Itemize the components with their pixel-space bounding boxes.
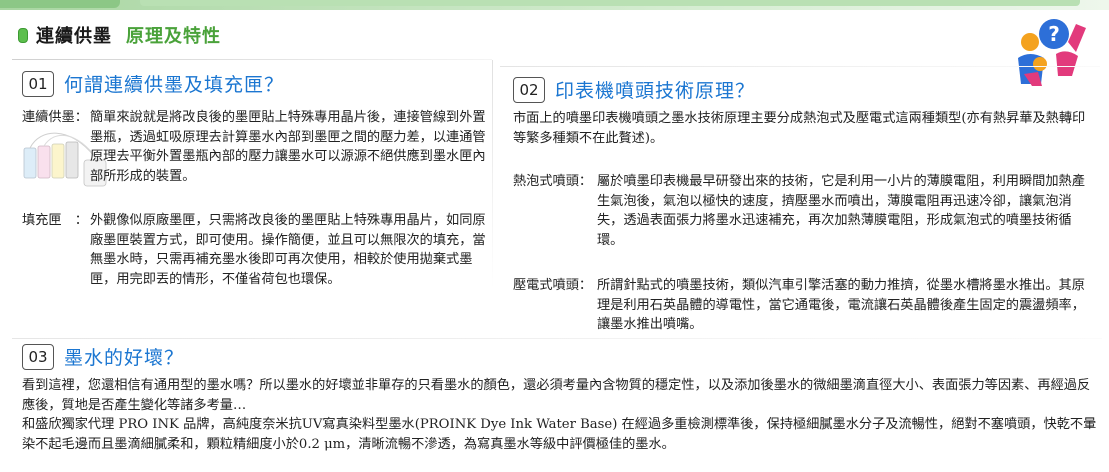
top-decor-strip [140,0,1080,6]
section-number: 03 [22,343,54,370]
svg-text:?: ? [1048,22,1060,46]
divider-top-left [12,59,492,60]
page-header: 連續供墨 原理及特性 [18,22,221,48]
s3-paragraph-2: 和盛欣獨家代理 PRO INK 品牌，高純度奈米抗UV寫真染料型墨水(PROIN… [22,417,1097,452]
divider-vertical [492,60,493,290]
item-text: 簡單來說就是將改良後的墨匣貼上特殊專用晶片後，連接管線到外置墨瓶，透過虹吸原理去… [90,110,486,184]
divider-bottom [12,338,1102,339]
section-number: 01 [22,70,54,97]
item-text: 所謂針點式的噴墨技術，類似汽車引擎活塞的動力推擠，從墨水槽將墨水推出。其原理是利… [597,278,1085,332]
question-mascot-icon: ? [1018,19,1086,86]
section-3-heading: 03 墨水的好壞？ [22,343,184,370]
section-2-heading: 02 印表機噴頭技術原理？ [513,76,755,103]
s3-body: 看到這裡，您還相信有通用型的墨水嗎？所以墨水的好壞並非單存的只看墨水的顏色，還必… [22,376,1102,454]
section-title: 何謂連續供墨及填充匣？ [64,74,285,96]
item-label: 熱泡式噴頭： [513,174,593,189]
section-number: 02 [513,76,545,103]
section-title: 印表機噴頭技術原理？ [555,80,756,102]
item-label: 連續供墨： [22,110,88,125]
green-bullet-icon [18,27,28,43]
s2-intro: 市面上的噴墨印表機噴頭之墨水技術原理主要分成熱泡式及壓電式這兩種類型(亦有熱昇華… [513,111,1086,146]
item-text: 屬於噴墨印表機最早研發出來的技術，它是利用一小片的薄膜電阻，利用瞬間加熱產生氣泡… [597,174,1085,248]
s2-item-piezo: 壓電式噴頭： 所謂針點式的噴墨技術，類似汽車引擎活塞的動力推擠，從墨水槽將墨水推… [513,276,1085,335]
item-label: 填充匣 ： [22,213,88,228]
section-1-heading: 01 何謂連續供墨及填充匣？ [22,70,284,97]
divider-top-right [500,66,1100,67]
s1-item-refill-cartridge: 填充匣 ： 外觀像似原廠墨匣，只需將改良後的墨匣貼上特殊專用晶片，如同原廠墨匣裝… [22,211,488,289]
page-subtitle: 原理及特性 [126,26,221,47]
s2-item-thermal: 熱泡式噴頭： 屬於噴墨印表機最早研發出來的技術，它是利用一小片的薄膜電阻，利用瞬… [513,172,1085,250]
item-label: 壓電式噴頭： [513,278,593,293]
s3-paragraph-1: 看到這裡，您還相信有通用型的墨水嗎？所以墨水的好壞並非單存的只看墨水的顏色，還必… [22,378,1091,413]
top-decor-tab [0,0,120,8]
s1-item-continuous-ink: 連續供墨： 簡單來說就是將改良後的墨匣貼上特殊專用晶片後，連接管線到外置墨瓶，透… [22,108,488,186]
page-title: 連續供墨 [36,26,112,47]
item-text: 外觀像似原廠墨匣，只需將改良後的墨匣貼上特殊專用晶片，如同原廠墨匣裝置方式，即可… [90,213,486,287]
section-title: 墨水的好壞？ [64,347,185,369]
